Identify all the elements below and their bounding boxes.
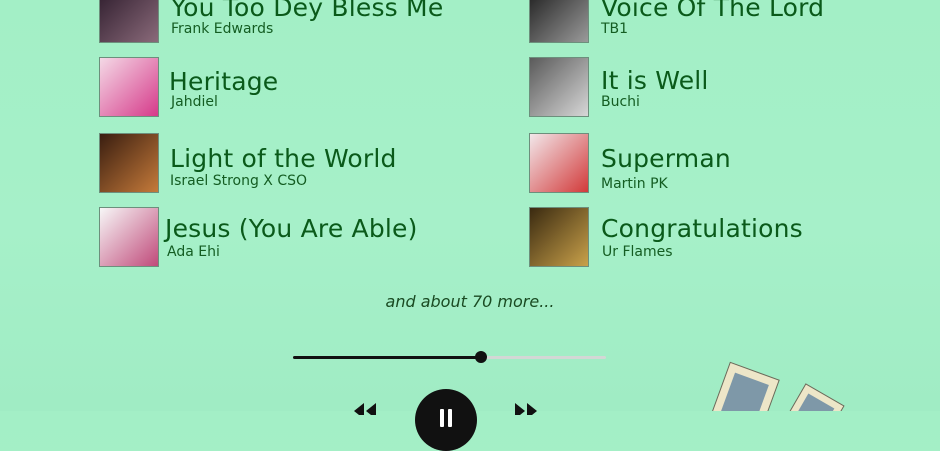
album-art-icon[interactable]	[99, 207, 159, 267]
track-title: Voice Of The Lord	[601, 0, 825, 22]
track-artist: Frank Edwards	[171, 21, 274, 37]
track-title: It is Well	[601, 66, 709, 95]
pause-icon[interactable]	[415, 389, 477, 451]
album-art-icon[interactable]	[529, 207, 589, 267]
track-artist: TB1	[601, 21, 629, 37]
previous-icon[interactable]	[352, 403, 378, 415]
track-artist: Ur Flames	[602, 244, 673, 260]
progress-fill	[293, 356, 481, 359]
track-title: Light of the World	[170, 144, 397, 173]
progress-bar[interactable]	[293, 351, 606, 363]
photo-frames-icon	[707, 361, 845, 411]
track-title: You Too Dey Bless Me	[171, 0, 444, 22]
album-art-icon[interactable]	[529, 133, 589, 193]
next-icon[interactable]	[513, 403, 539, 415]
album-art-icon[interactable]	[529, 57, 589, 117]
track-artist: Martin PK	[601, 176, 668, 192]
track-title: Congratulations	[601, 214, 803, 243]
progress-handle[interactable]	[474, 351, 487, 363]
track-title: Jesus (You Are Able)	[165, 214, 418, 243]
track-artist: Buchi	[601, 94, 640, 110]
album-art-icon[interactable]	[99, 133, 159, 193]
track-title: Superman	[601, 144, 731, 173]
track-artist: Ada Ehi	[167, 244, 220, 260]
album-art-icon[interactable]	[99, 0, 159, 43]
track-title: Heritage	[169, 67, 279, 96]
more-tracks-note: and about 70 more...	[385, 292, 555, 311]
album-art-icon[interactable]	[529, 0, 589, 43]
track-artist: Jahdiel	[171, 94, 218, 110]
album-art-icon[interactable]	[99, 57, 159, 117]
track-artist: Israel Strong X CSO	[170, 173, 308, 189]
